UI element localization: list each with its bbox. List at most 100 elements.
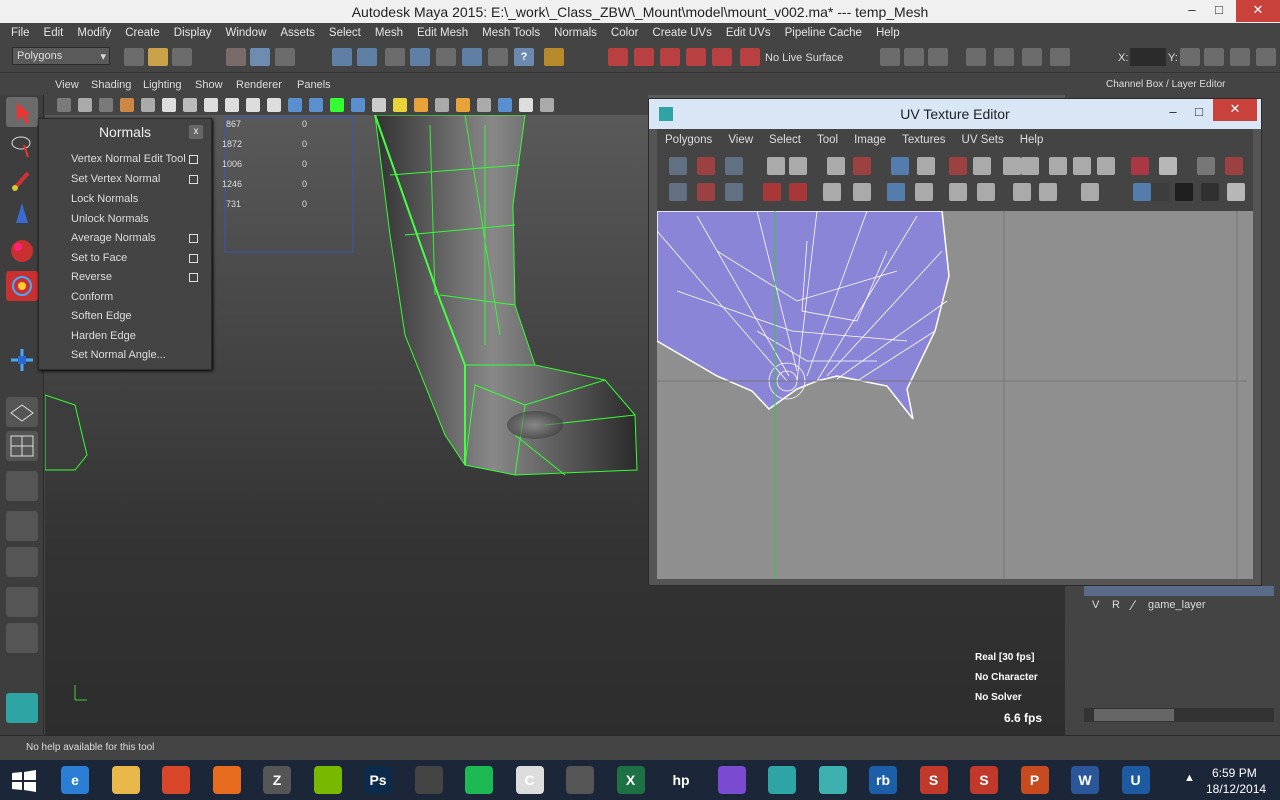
taskbar-internet-explorer-icon[interactable]: e: [55, 764, 95, 796]
viewport-tool-icon[interactable]: [183, 98, 197, 112]
uv-tool-icon[interactable]: [725, 183, 743, 201]
start-button[interactable]: [4, 764, 44, 796]
normals-item-vertex-normal-edit-tool[interactable]: Vertex Normal Edit Tool: [71, 153, 186, 165]
uv-tool-icon[interactable]: [1159, 157, 1177, 175]
uv-menu-uv-sets[interactable]: UV Sets: [954, 134, 1012, 146]
viewport-tool-icon[interactable]: [498, 98, 512, 112]
taskbar-nvidia-icon[interactable]: [308, 764, 348, 796]
sidebar-icon-4[interactable]: [1256, 48, 1276, 66]
uv-tool-icon[interactable]: [1073, 157, 1091, 175]
uv-canvas[interactable]: [657, 211, 1253, 579]
normals-item-harden-edge[interactable]: Harden Edge: [71, 330, 136, 342]
history-icon[interactable]: [436, 48, 456, 66]
viewport-tool-icon[interactable]: [309, 98, 323, 112]
magnet-icon-1[interactable]: [608, 48, 628, 66]
sphere-tool-icon[interactable]: [6, 235, 38, 265]
panel-menu-shading[interactable]: Shading: [91, 79, 131, 91]
tray-chevron-icon[interactable]: ▲: [1184, 772, 1195, 784]
viewport-tool-icon[interactable]: [225, 98, 239, 112]
uv-menu-polygons[interactable]: Polygons: [657, 134, 720, 146]
uv-tool-icon[interactable]: [763, 183, 781, 201]
uv-minimize-button[interactable]: –: [1159, 102, 1187, 124]
uv-tool-icon[interactable]: [853, 183, 871, 201]
uv-tool-icon[interactable]: [1133, 183, 1151, 201]
uv-menu-textures[interactable]: Textures: [894, 134, 953, 146]
normals-item-soften-edge[interactable]: Soften Edge: [71, 310, 132, 322]
uv-tool-icon[interactable]: [1175, 183, 1193, 201]
rotate-tool-icon[interactable]: [6, 271, 38, 301]
menu-pipeline-cache[interactable]: Pipeline Cache: [778, 27, 869, 39]
uv-menu-image[interactable]: Image: [846, 134, 894, 146]
uv-tool-icon[interactable]: [891, 157, 909, 175]
uv-tool-icon[interactable]: [1201, 183, 1219, 201]
menu-assets[interactable]: Assets: [273, 27, 322, 39]
layout-hypershade-icon[interactable]: [6, 587, 38, 617]
tool-settings-icon[interactable]: [1022, 48, 1042, 66]
snap-grid-icon[interactable]: [332, 48, 352, 66]
restore-button[interactable]: □: [1205, 0, 1233, 22]
panel-menu-view[interactable]: View: [55, 79, 79, 91]
viewport-tool-icon[interactable]: [141, 98, 155, 112]
move-tool-icon[interactable]: [6, 345, 38, 375]
uv-tool-icon[interactable]: [853, 157, 871, 175]
viewport-tool-icon[interactable]: [99, 98, 113, 112]
taskbar-indesign-icon[interactable]: [409, 764, 449, 796]
layout-persp-icon[interactable]: [6, 511, 38, 541]
uv-tool-icon[interactable]: [1013, 183, 1031, 201]
menu-edit-uvs[interactable]: Edit UVs: [719, 27, 778, 39]
option-box-icon[interactable]: [189, 234, 198, 243]
viewport-tool-icon[interactable]: [519, 98, 533, 112]
menu-mesh[interactable]: Mesh: [368, 27, 410, 39]
taskbar-substance-1-icon[interactable]: S: [914, 764, 954, 796]
uv-tool-icon[interactable]: [973, 157, 991, 175]
paint-select-icon[interactable]: [6, 165, 38, 195]
uv-tool-icon[interactable]: [887, 183, 905, 201]
uv-tool-icon[interactable]: [949, 157, 967, 175]
layout-single-icon[interactable]: [6, 397, 38, 427]
uv-tool-icon[interactable]: [697, 183, 715, 201]
taskbar-rb-icon[interactable]: rb: [863, 764, 903, 796]
option-box-icon[interactable]: [189, 174, 198, 184]
uv-tool-icon[interactable]: [1021, 157, 1039, 175]
uv-tool-icon[interactable]: [1003, 157, 1021, 175]
normals-item-conform[interactable]: Conform: [71, 291, 113, 303]
menu-mesh-tools[interactable]: Mesh Tools: [475, 27, 547, 39]
select-tool-icon[interactable]: [6, 97, 38, 127]
uv-tool-icon[interactable]: [949, 183, 967, 201]
live-surface-icon[interactable]: [740, 48, 760, 66]
viewport-tool-icon[interactable]: [120, 98, 134, 112]
minimize-button[interactable]: –: [1178, 0, 1206, 22]
select-component-icon[interactable]: [275, 48, 295, 66]
menu-select[interactable]: Select: [322, 27, 368, 39]
viewport-tool-icon[interactable]: [330, 98, 344, 112]
normals-item-set-vertex-normal[interactable]: Set Vertex Normal: [71, 173, 160, 185]
viewport-tool-icon[interactable]: [78, 98, 92, 112]
taskbar-unreal-icon[interactable]: U: [1116, 764, 1156, 796]
panel-menu-panels[interactable]: Panels: [297, 79, 331, 91]
viewport-tool-icon[interactable]: [162, 98, 176, 112]
option-box-icon[interactable]: [189, 155, 198, 164]
menu-window[interactable]: Window: [218, 27, 273, 39]
layer-color-swatch[interactable]: ∕: [1132, 597, 1134, 613]
uv-tool-icon[interactable]: [1097, 157, 1115, 175]
viewport-tool-icon[interactable]: [246, 98, 260, 112]
snap-plane-icon[interactable]: [410, 48, 430, 66]
uv-close-button[interactable]: ✕: [1213, 99, 1257, 121]
normals-item-reverse[interactable]: Reverse: [71, 271, 112, 283]
viewport-tool-icon[interactable]: [204, 98, 218, 112]
option-box-icon[interactable]: [189, 253, 198, 263]
taskbar-spotify-icon[interactable]: [459, 764, 499, 796]
layout-outliner-icon[interactable]: [6, 471, 38, 501]
taskbar-substance-2-icon[interactable]: S: [964, 764, 1004, 796]
taskbar-game-icon[interactable]: [560, 764, 600, 796]
channel-box-icon[interactable]: [1050, 48, 1070, 66]
x-field-input[interactable]: [1130, 48, 1166, 66]
taskbar-maya-1-icon[interactable]: [762, 764, 802, 796]
render-settings-icon[interactable]: [928, 48, 948, 66]
menu-help[interactable]: Help: [869, 27, 907, 39]
taskbar-hp-icon[interactable]: hp: [661, 764, 701, 796]
uv-tool-icon[interactable]: [977, 183, 995, 201]
render-icon[interactable]: [462, 48, 482, 66]
layout-uv-icon[interactable]: [6, 623, 38, 653]
uv-tool-icon[interactable]: [823, 183, 841, 201]
